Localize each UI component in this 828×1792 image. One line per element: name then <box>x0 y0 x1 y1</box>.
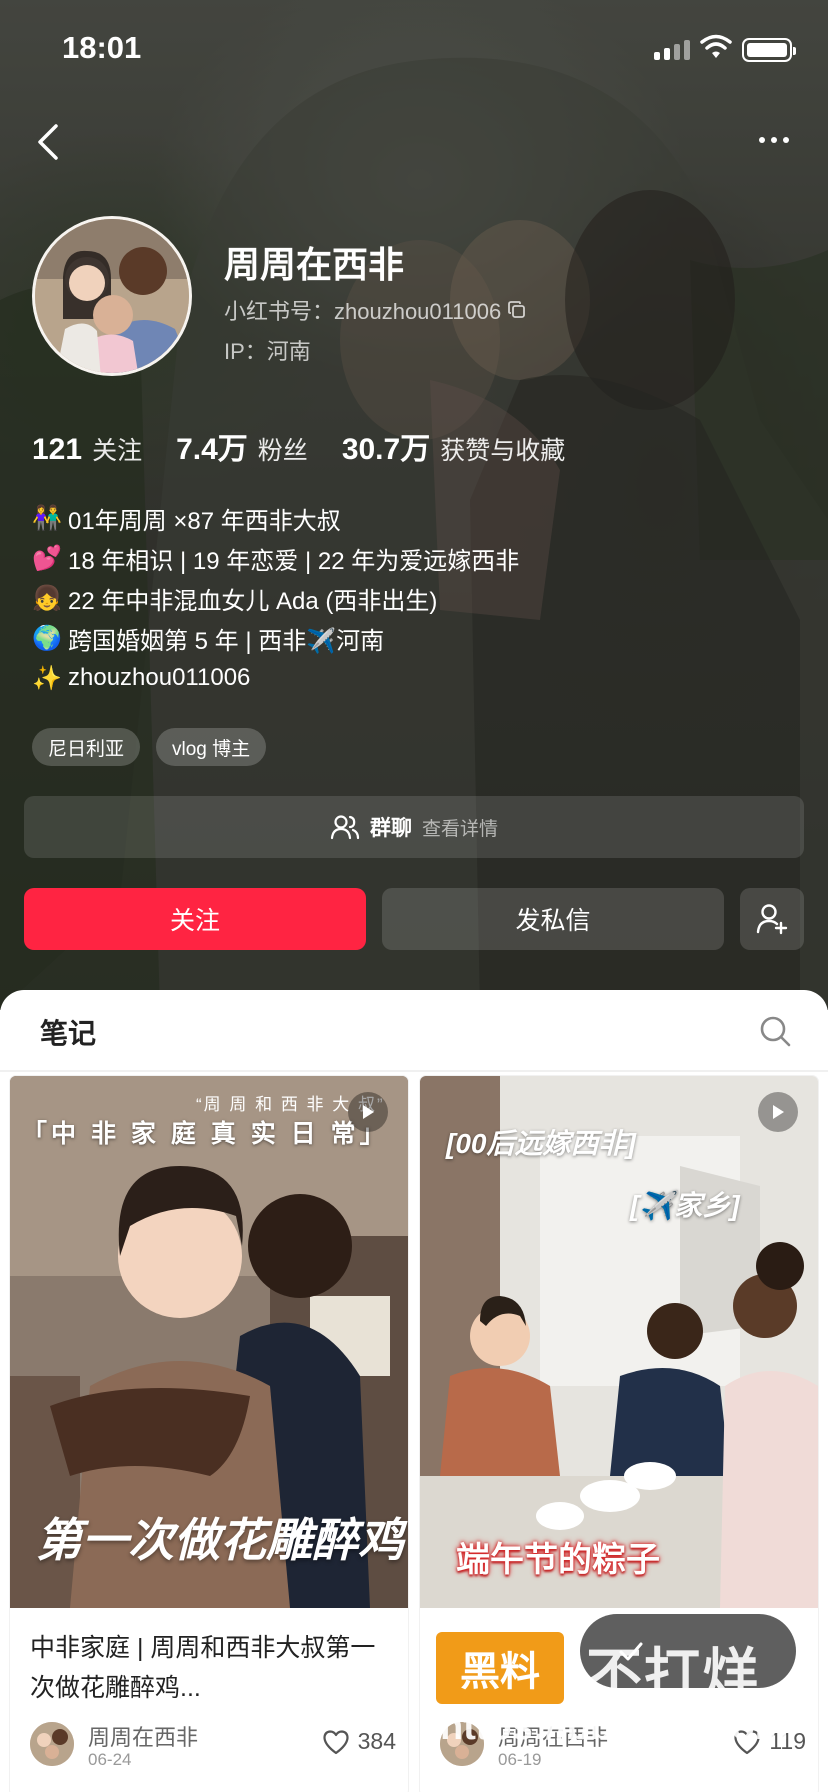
profile-tags: 尼日利亚 vlog 博主 <box>32 728 267 766</box>
note-date: 06-24 <box>88 1750 132 1769</box>
search-icon[interactable] <box>758 1014 792 1048</box>
bio-text: 跨国婚姻第 5 年 | 西非✈️河南 <box>68 627 385 655</box>
wifi-icon <box>700 34 732 58</box>
follow-button[interactable]: 关注 <box>24 888 366 950</box>
notes-tab-bar: 笔记 <box>0 990 828 1070</box>
note-cover[interactable]: 「中 非 家 庭 真 实 日 常」 “周 周 和 西 非 大 叔” 第一次做花雕… <box>10 1076 408 1608</box>
watermark-badge: 黑料 <box>436 1632 564 1704</box>
stat-label: 获赞与收藏 <box>440 437 566 465</box>
author-name[interactable]: 周周在西非 <box>88 1720 198 1752</box>
profile-avatar[interactable] <box>32 216 192 376</box>
note-card[interactable]: 「中 非 家 庭 真 实 日 常」 “周 周 和 西 非 大 叔” 第一次做花雕… <box>10 1076 408 1792</box>
bio-line: 👧 22 年中非混血女儿 Ada (西非出生) <box>32 578 752 618</box>
cellular-signal-icon <box>654 38 690 60</box>
group-chat-title: 群聊 <box>369 817 412 840</box>
note-cover[interactable]: [00后远嫁西非] [✈️家乡] 端午节的粽子 <box>420 1076 818 1608</box>
cover-headline: 「中 非 家 庭 真 实 日 常」 <box>22 1120 389 1148</box>
cover-headline: [00后远嫁西非] <box>446 1128 636 1159</box>
stat-number: 121 <box>32 433 83 466</box>
watermark-text: 不打烊 <box>586 1643 760 1706</box>
heart-icon <box>323 1729 349 1754</box>
profile-nickname: 周周在西非 <box>224 244 405 285</box>
add-friend-button[interactable] <box>740 888 804 950</box>
bio-line: 💕 18 年相识 | 19 年恋爱 | 22 年为爱远嫁西非 <box>32 538 752 578</box>
profile-red-id[interactable]: 小红书号：zhouzhou011006 <box>224 294 527 326</box>
hearts-emoji-icon: 💕 <box>32 544 62 572</box>
sparkles-emoji-icon: ✨ <box>32 664 62 692</box>
stat-followers[interactable]: 7.4万 粉丝 <box>176 424 308 468</box>
bio-line: ✨ zhouzhou011006 <box>32 658 752 698</box>
note-meta: 周周在西非 06-24 384 <box>30 1716 400 1772</box>
profile-ip-location: IP：河南 <box>224 339 311 364</box>
girl-emoji-icon: 👧 <box>32 584 62 612</box>
profile-stats: 121 关注 7.4万 粉丝 30.7万 获赞与收藏 <box>32 424 565 468</box>
cover-caption: 端午节的粽子 <box>456 1541 660 1579</box>
divider <box>0 1070 828 1072</box>
group-chat-subtitle: 查看详情 <box>421 818 498 840</box>
more-options-icon[interactable] <box>754 128 794 152</box>
copy-icon[interactable] <box>507 300 527 320</box>
like-count: 384 <box>357 1728 396 1754</box>
bio-text: 18 年相识 | 19 年恋爱 | 22 年为爱远嫁西非 <box>68 547 520 575</box>
bio-text: zhouzhou011006 <box>68 664 251 691</box>
battery-icon <box>742 38 796 62</box>
stat-likes-collects[interactable]: 30.7万 获赞与收藏 <box>342 424 565 468</box>
group-chat-entry[interactable]: 群聊 查看详情 <box>24 796 804 858</box>
red-id-text: 小红书号：zhouzhou011006 <box>224 299 502 324</box>
send-message-button[interactable]: 发私信 <box>382 888 724 950</box>
add-user-icon <box>756 904 788 935</box>
stat-number: 30.7万 <box>341 433 431 466</box>
couple-emoji-icon: 👫 <box>32 504 62 532</box>
cover-caption: 第一次做花雕醉鸡 <box>36 1514 404 1566</box>
cover-subtitle: [✈️家乡] <box>630 1190 740 1221</box>
author-avatar[interactable] <box>30 1722 74 1766</box>
video-play-icon <box>348 1092 388 1132</box>
profile-action-buttons: 关注 发私信 <box>24 888 804 950</box>
note-title[interactable]: 中非家庭 | 周周和西非大叔第一次做花雕醉鸡... <box>30 1628 390 1708</box>
tag-category[interactable]: vlog 博主 <box>156 728 267 766</box>
tab-notes[interactable]: 笔记 <box>40 1012 96 1052</box>
stat-number: 7.4万 <box>176 433 248 466</box>
bio-line: 👫 01年周周 ×87 年西非大叔 <box>32 498 752 538</box>
globe-emoji-icon: 🌍 <box>32 624 62 652</box>
stat-label: 关注 <box>92 437 143 465</box>
tag-location[interactable]: 尼日利亚 <box>32 728 141 766</box>
bio-text: 01年周周 ×87 年西非大叔 <box>68 507 341 535</box>
bio-line: 🌍 跨国婚姻第 5 年 | 西非✈️河南 <box>32 618 752 658</box>
back-arrow-icon[interactable] <box>34 122 62 162</box>
stat-label: 粉丝 <box>257 437 308 465</box>
note-date: 06-19 <box>498 1750 542 1769</box>
video-play-icon <box>758 1092 798 1132</box>
profile-bio: 👫 01年周周 ×87 年西非大叔 💕 18 年相识 | 19 年恋爱 | 22 年… <box>32 498 752 698</box>
status-bar: 18:01 <box>0 0 828 100</box>
bio-text: 22 年中非混血女儿 Ada (西非出生) <box>68 587 438 615</box>
group-users-icon <box>330 815 360 840</box>
like-button[interactable]: 384 <box>322 1728 396 1755</box>
status-time: 18:01 <box>62 30 142 65</box>
stat-following[interactable]: 121 关注 <box>32 431 142 467</box>
watermark-url: https://bbdy31.com <box>440 1706 789 1748</box>
